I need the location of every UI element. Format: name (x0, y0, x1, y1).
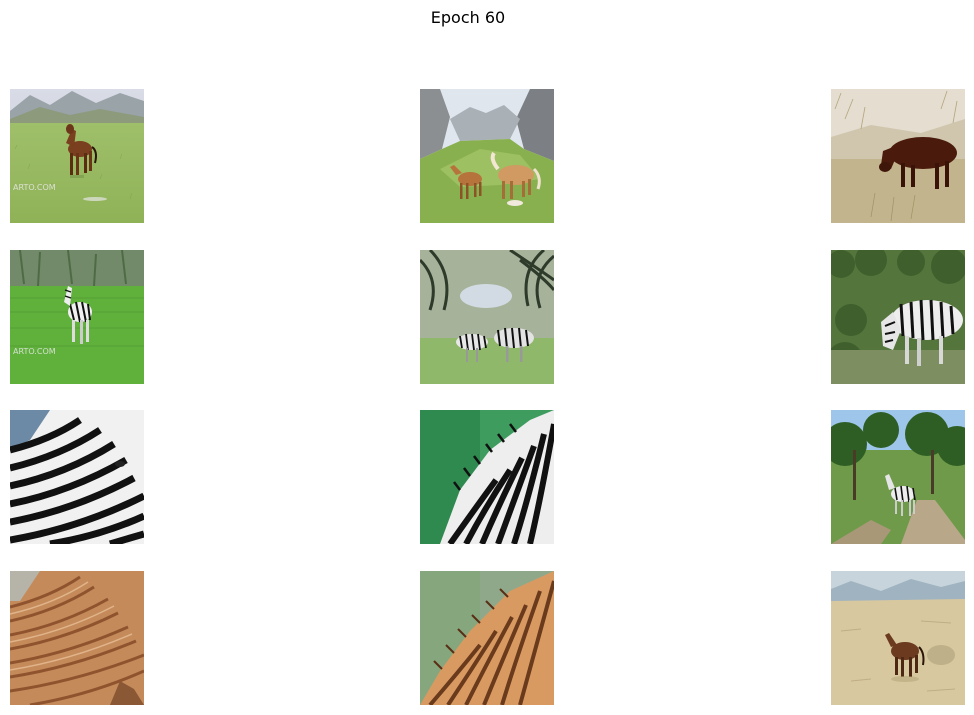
generated-horse-sandy-ground-image (831, 571, 965, 705)
image-panel-r0c1 (420, 89, 554, 223)
zebra-path-trees-image (831, 410, 965, 544)
image-panel-r1c1 (420, 250, 554, 384)
figure-title: Epoch 60 (430, 8, 506, 27)
horses-valley-image (420, 89, 554, 223)
image-panel-r3c2 (831, 571, 965, 705)
image-panel-r3c1 (420, 571, 554, 705)
horse-meadow-image: ARTO.COM (10, 89, 144, 223)
zebras-striped-valley-image (420, 250, 554, 384)
image-panel-r1c2 (831, 250, 965, 384)
image-panel-r2c2 (831, 410, 965, 544)
figure: Epoch 60 ARTO.COM ARTO.COM (0, 0, 974, 715)
generated-orange-closeup-image (10, 571, 144, 705)
image-panel-r2c0 (10, 410, 144, 544)
image-panel-r3c0 (10, 571, 144, 705)
image-panel-r0c2 (831, 89, 965, 223)
watermark-text: ARTO.COM (13, 183, 56, 192)
horse-dry-grass-image (831, 89, 965, 223)
image-panel-r1c0: ARTO.COM (10, 250, 144, 384)
zebra-neck-green-image (420, 410, 554, 544)
watermark-text: ARTO.COM (13, 347, 56, 356)
image-panel-r0c0: ARTO.COM (10, 89, 144, 223)
zebra-meadow-image: ARTO.COM (10, 250, 144, 384)
generated-orange-neck-image (420, 571, 554, 705)
image-panel-r2c1 (420, 410, 554, 544)
zebra-head-closeup-image (10, 410, 144, 544)
zebra-grazing-bushes-image (831, 250, 965, 384)
